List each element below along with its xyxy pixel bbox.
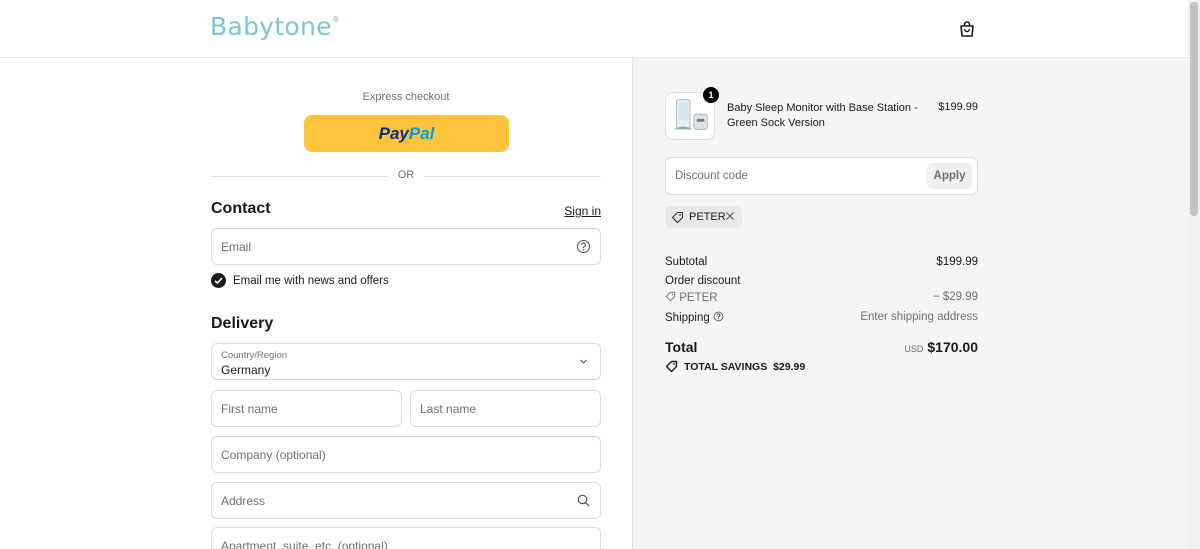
sign-in-link[interactable]: Sign in bbox=[560, 204, 601, 218]
brand-logo[interactable]: Babytone® bbox=[210, 12, 340, 41]
discount-code-field[interactable]: Discount code Apply bbox=[665, 157, 978, 195]
checkout-form: Express checkout PayPal OR Contact Sign … bbox=[0, 58, 632, 549]
chevron-down-icon bbox=[580, 359, 587, 364]
contact-title: Contact bbox=[211, 200, 271, 217]
shopping-bag-icon[interactable] bbox=[958, 20, 976, 38]
subtotal-value: $199.99 bbox=[936, 256, 978, 268]
total-value: $170.00 bbox=[927, 339, 978, 355]
page-scrollbar[interactable] bbox=[1188, 0, 1200, 549]
delivery-title: Delivery bbox=[211, 315, 274, 332]
applied-discount-chip: PETER bbox=[665, 206, 742, 228]
or-separator: OR bbox=[388, 169, 424, 181]
country-select[interactable]: Country/Region Germany bbox=[211, 343, 601, 380]
company-field[interactable]: Company (optional) bbox=[211, 436, 601, 473]
discount-code-line: PETER bbox=[665, 291, 718, 304]
first-name-placeholder: First name bbox=[221, 402, 278, 416]
product-price: $199.99 bbox=[938, 101, 978, 113]
email-placeholder: Email bbox=[221, 240, 252, 254]
total-label: Total bbox=[665, 339, 698, 355]
order-discount-label: Order discount bbox=[665, 275, 741, 287]
newsletter-label: Email me with news and offers bbox=[233, 275, 389, 287]
address-field[interactable]: Address bbox=[211, 482, 601, 519]
checkmark-icon bbox=[214, 277, 223, 285]
total-amount: USD $170.00 bbox=[904, 339, 978, 355]
apply-button[interactable]: Apply bbox=[927, 163, 972, 189]
applied-code: PETER bbox=[689, 211, 726, 223]
shipping-label: Shipping bbox=[665, 312, 710, 324]
savings-label: TOTAL SAVINGS bbox=[684, 361, 768, 373]
tag-icon bbox=[671, 211, 684, 224]
paypal-logo-pal: Pal bbox=[408, 124, 435, 143]
help-icon[interactable] bbox=[713, 311, 724, 322]
discount-placeholder: Discount code bbox=[675, 170, 748, 182]
registered-mark: ® bbox=[331, 14, 341, 24]
quantity-badge: 1 bbox=[703, 87, 719, 103]
help-icon[interactable] bbox=[576, 239, 591, 254]
discount-value: − $29.99 bbox=[932, 291, 978, 303]
company-placeholder: Company (optional) bbox=[221, 448, 326, 462]
last-name-placeholder: Last name bbox=[420, 402, 477, 416]
header: Babytone® bbox=[0, 0, 1188, 58]
apartment-field[interactable]: Apartment, suite, etc. (optional) bbox=[211, 527, 601, 549]
brand-logo-text: Babytone bbox=[210, 12, 332, 41]
country-value: Germany bbox=[221, 363, 271, 377]
email-field[interactable]: Email bbox=[211, 228, 601, 265]
savings-value: $29.99 bbox=[773, 361, 806, 373]
scrollbar-thumb[interactable] bbox=[1190, 2, 1198, 216]
discount-code-text: PETER bbox=[679, 292, 718, 304]
express-checkout-label: Express checkout bbox=[362, 91, 450, 103]
last-name-field[interactable]: Last name bbox=[410, 390, 601, 427]
newsletter-checkbox[interactable] bbox=[211, 273, 226, 288]
shipping-value: Enter shipping address bbox=[860, 311, 978, 323]
subtotal-label: Subtotal bbox=[665, 256, 708, 268]
order-summary: 1 Baby Sleep Monitor with Base Station -… bbox=[632, 58, 1188, 549]
product-name: Baby Sleep Monitor with Base Station - G… bbox=[727, 102, 918, 129]
paypal-logo-pay: Pay bbox=[378, 124, 409, 143]
shipping-label-group: Shipping bbox=[665, 311, 724, 324]
apartment-placeholder: Apartment, suite, etc. (optional) bbox=[221, 539, 388, 549]
search-icon bbox=[577, 494, 590, 507]
paypal-button[interactable]: PayPal bbox=[304, 115, 509, 152]
address-placeholder: Address bbox=[221, 494, 266, 508]
country-label: Country/Region bbox=[221, 350, 288, 361]
tag-icon bbox=[665, 291, 676, 302]
first-name-field[interactable]: First name bbox=[211, 390, 402, 427]
total-currency: USD bbox=[904, 344, 924, 354]
tag-icon bbox=[665, 360, 678, 373]
close-icon[interactable] bbox=[724, 210, 736, 222]
